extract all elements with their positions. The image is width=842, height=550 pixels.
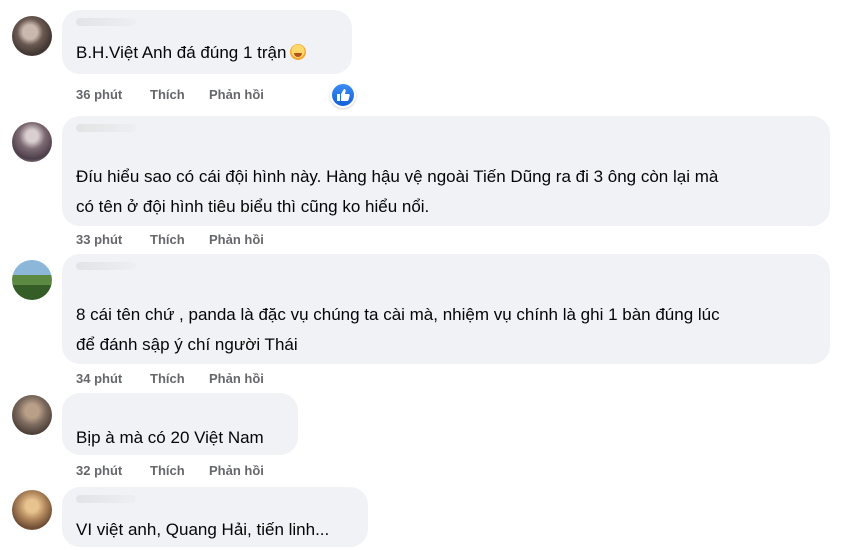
reply-link[interactable]: Phản hồi	[209, 371, 264, 386]
laughing-emoji-icon	[290, 44, 307, 60]
comment-bubble: 8 cái tên chứ , panda là đặc vụ chúng ta…	[62, 254, 830, 364]
comment-text-line: 8 cái tên chứ , panda là đặc vụ chúng ta…	[76, 305, 720, 324]
timestamp[interactable]: 36 phút	[76, 87, 122, 102]
comment-text-line: Bịp à mà có 20 Việt Nam	[76, 428, 264, 447]
timestamp[interactable]: 34 phút	[76, 371, 122, 386]
author-name-blurred	[76, 124, 136, 132]
comment-bubble: B.H.Việt Anh đá đúng 1 trận	[62, 10, 352, 74]
comment-text: B.H.Việt Anh đá đúng 1 trận	[76, 40, 307, 65]
comment-text-line: có tên ở đội hình tiêu biểu thì cũng ko …	[76, 197, 430, 216]
avatar[interactable]	[12, 122, 52, 162]
author-name-blurred	[76, 262, 136, 270]
timestamp[interactable]: 32 phút	[76, 463, 122, 478]
avatar[interactable]	[12, 16, 52, 56]
author-name-blurred	[76, 495, 136, 503]
reply-link[interactable]: Phản hồi	[209, 232, 264, 247]
avatar[interactable]	[12, 260, 52, 300]
like-link[interactable]: Thích	[150, 371, 185, 386]
like-link[interactable]: Thích	[150, 232, 185, 247]
reply-link[interactable]: Phản hồi	[209, 87, 264, 102]
comment-bubble: Bịp à mà có 20 Việt Nam	[62, 393, 298, 455]
reply-link[interactable]: Phản hồi	[209, 463, 264, 478]
like-thumb-icon[interactable]	[330, 82, 356, 108]
timestamp[interactable]: 33 phút	[76, 232, 122, 247]
comment-bubble: VI việt anh, Quang Hải, tiến linh...	[62, 487, 368, 547]
avatar[interactable]	[12, 490, 52, 530]
like-link[interactable]: Thích	[150, 463, 185, 478]
avatar[interactable]	[12, 395, 52, 435]
comment-text-line: Đíu hiểu sao có cái đội hình này. Hàng h…	[76, 167, 719, 186]
author-name-blurred	[76, 18, 136, 26]
like-link[interactable]: Thích	[150, 87, 185, 102]
comment-text-line: để đánh sập ý chí người Thái	[76, 335, 298, 354]
comment-bubble: Đíu hiểu sao có cái đội hình này. Hàng h…	[62, 116, 830, 226]
comment-text-line: VI việt anh, Quang Hải, tiến linh...	[76, 520, 330, 539]
comment-text-line: B.H.Việt Anh đá đúng 1 trận	[76, 43, 287, 62]
